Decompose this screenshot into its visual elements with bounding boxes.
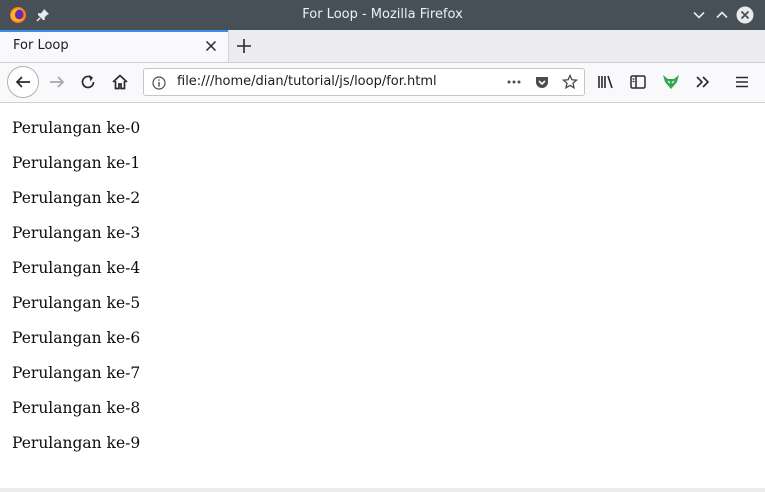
star-icon[interactable] <box>562 74 578 90</box>
hamburger-menu-icon[interactable] <box>733 73 751 91</box>
ellipsis-icon[interactable] <box>506 74 522 90</box>
tab-for-loop[interactable]: For Loop <box>0 30 229 62</box>
navigation-toolbar: file:///home/dian/tutorial/js/loop/for.h… <box>0 63 765 103</box>
close-circle-icon[interactable] <box>736 6 754 24</box>
output-line: Perulangan ke-8 <box>12 399 141 417</box>
output-line: Perulangan ke-9 <box>12 434 141 452</box>
home-icon[interactable] <box>111 73 129 91</box>
output-line: Perulangan ke-7 <box>12 364 141 382</box>
window-bottom-edge <box>0 488 765 492</box>
info-icon[interactable] <box>152 75 166 90</box>
plus-icon[interactable] <box>235 37 253 55</box>
output-lines: Perulangan ke-0 Perulangan ke-1 Perulangan… <box>12 117 140 467</box>
back-button[interactable] <box>7 66 39 98</box>
output-line: Perulangan ke-3 <box>12 224 141 242</box>
pocket-icon[interactable] <box>534 74 550 90</box>
forward-button[interactable] <box>47 72 67 92</box>
output-line: Perulangan ke-4 <box>12 259 141 277</box>
reload-icon[interactable] <box>79 73 97 91</box>
library-icon[interactable] <box>597 73 615 91</box>
url-bar[interactable]: file:///home/dian/tutorial/js/loop/for.h… <box>143 68 585 96</box>
chevron-down-icon[interactable] <box>690 6 708 24</box>
arrow-right-icon <box>50 76 65 88</box>
chevron-up-icon[interactable] <box>713 6 731 24</box>
output-line: Perulangan ke-5 <box>12 294 141 312</box>
window-title: For Loop - Mozilla Firefox <box>302 7 463 22</box>
sidebar-icon[interactable] <box>629 73 647 91</box>
double-chevron-right-icon[interactable] <box>694 73 712 91</box>
output-line: Perulangan ke-6 <box>12 329 141 347</box>
tab-strip: For Loop <box>0 30 765 63</box>
window-titlebar[interactable]: For Loop - Mozilla Firefox <box>0 0 765 30</box>
arrow-left-icon <box>15 76 30 88</box>
close-icon[interactable] <box>203 38 219 54</box>
url-text: file:///home/dian/tutorial/js/loop/for.h… <box>177 74 437 89</box>
output-line: Perulangan ke-1 <box>12 154 141 172</box>
page-content: Perulangan ke-0 Perulangan ke-1 Perulangan… <box>0 103 765 488</box>
output-line: Perulangan ke-2 <box>12 189 141 207</box>
output-line: Perulangan ke-0 <box>12 119 141 137</box>
tab-title: For Loop <box>13 38 69 53</box>
fox-extension-icon[interactable] <box>661 72 681 92</box>
